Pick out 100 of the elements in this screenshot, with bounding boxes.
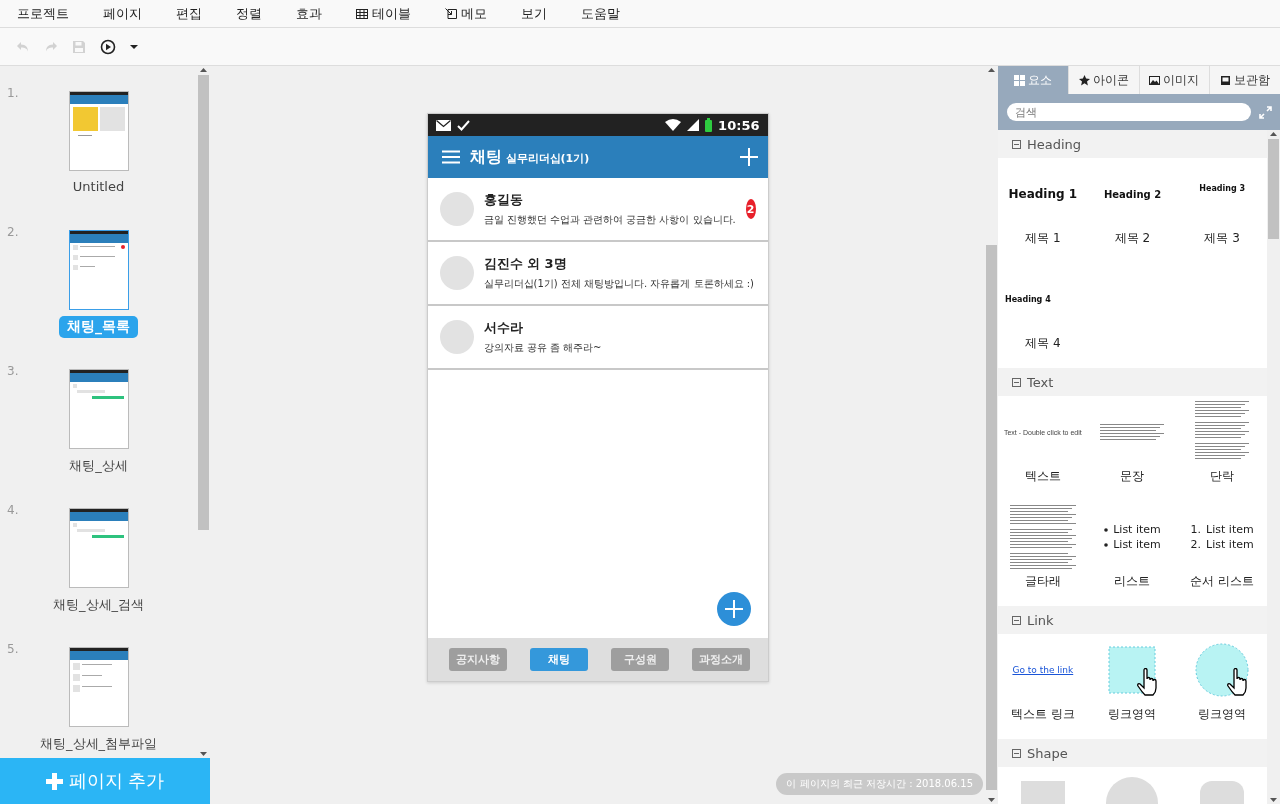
sentence-sample-drawing (1100, 421, 1165, 443)
chat-name: 홍길동 (483, 191, 524, 209)
element-item[interactable]: Heading 1 제목 1 (998, 158, 1088, 263)
scroll-down-arrow-icon (199, 749, 208, 758)
menu-item[interactable]: 보기 (518, 4, 560, 23)
page-thumbnail[interactable] (68, 230, 129, 310)
element-label: 텍스트 (1024, 468, 1061, 485)
link-area-circle (1195, 643, 1250, 697)
menu-item[interactable]: 프로젝트 (14, 4, 82, 23)
menu-item[interactable]: 효과 (293, 4, 335, 23)
collapse-icon (1012, 139, 1021, 149)
scrollbar-thumb[interactable] (986, 245, 997, 790)
chat-message: 강의자료 공유 좀 해주라~ (483, 341, 603, 355)
element-item[interactable]: 단락 (1177, 396, 1267, 501)
element-item[interactable]: List item List item 리스트 (1087, 501, 1178, 606)
chat-list-item[interactable]: 김진수 외 3명 실무리더십(1기) 전체 채팅방입니다. 자유롭게 토론하세요 :) (427, 242, 768, 306)
element-label: 링크영역 (1108, 706, 1157, 723)
mail-icon (435, 119, 451, 131)
collapse-icon (1012, 748, 1021, 758)
menu-button[interactable] (441, 150, 460, 164)
list-item: List item (1113, 538, 1161, 551)
redo-icon (44, 39, 58, 54)
page-title[interactable]: Untitled (64, 177, 133, 196)
scroll-down-arrow-icon (1269, 795, 1278, 804)
page-title[interactable]: 채팅_상세_검색 (45, 594, 152, 616)
element-item[interactable]: 링크영역 (1177, 634, 1267, 739)
chat-message: 실무리더십(1기) 전체 채팅방입니다. 자유롭게 토론하세요 :) (483, 277, 755, 291)
table-icon (356, 7, 368, 20)
menu-icon (441, 150, 460, 164)
tab[interactable]: 이미지 (1138, 66, 1210, 94)
chat-list-item[interactable]: 서수라 강의자료 공유 좀 해주라~ (427, 306, 768, 370)
element-item[interactable]: 1. List item 2. List item 순서 리스트 (1177, 501, 1267, 606)
scroll-up-arrow-icon (199, 66, 208, 75)
status-time: 10:56 (718, 117, 760, 133)
page-number: 1. (7, 86, 19, 100)
floating-add-button[interactable] (716, 592, 751, 626)
avatar (439, 256, 474, 290)
menu-item[interactable]: 메모 (442, 4, 500, 23)
page-number: 3. (7, 364, 19, 378)
chat-name: 서수라 (483, 319, 524, 337)
tab[interactable]: 아이콘 (1067, 66, 1139, 94)
menu-item[interactable]: 정렬 (233, 4, 275, 23)
element-label: 리스트 (1114, 573, 1151, 590)
chat-list-item[interactable]: 홍길동 금일 진행했던 수업과 관련하여 궁금한 사항이 있습니다. 2 (427, 178, 768, 242)
tab[interactable]: 보관함 (1209, 66, 1280, 94)
page-thumbnail[interactable] (68, 369, 129, 449)
menu-item[interactable]: 편집 (173, 4, 215, 23)
list-item: List item (1206, 538, 1254, 551)
element-label: 제목 1 (1025, 230, 1061, 247)
search-field[interactable]: 검색 (1007, 103, 1251, 121)
caret-icon (130, 43, 138, 50)
menu-item[interactable]: 테이블 (353, 4, 424, 23)
scroll-down-arrow-icon (987, 795, 996, 804)
element-item[interactable]: Heading 4 제목 4 (998, 263, 1088, 368)
scrollbar-thumb[interactable] (198, 75, 209, 530)
wifi-icon (665, 119, 682, 131)
element-item[interactable]: Go to the link 텍스트 링크 (998, 634, 1088, 739)
element-item[interactable]: 글타래 (998, 501, 1088, 606)
link-sample: Go to the link (1012, 665, 1074, 675)
element-label: 단락 (1210, 468, 1235, 485)
page-number: 4. (7, 503, 19, 517)
element-label: 순서 리스트 (1190, 573, 1255, 590)
signal-icon (687, 119, 700, 131)
scrollbar-thumb[interactable] (1268, 139, 1279, 239)
page-thumbnail[interactable] (68, 91, 129, 171)
list-item: List item (1113, 523, 1161, 536)
menu-item[interactable]: 페이지 (100, 4, 155, 23)
collapse-icon (1012, 615, 1021, 625)
heading-sample: Heading 4 (1004, 294, 1051, 304)
heading-sample: Heading 2 (1103, 188, 1162, 200)
long-text-sample-drawing (1009, 502, 1076, 572)
list-number: 1. (1190, 523, 1202, 536)
page-number: 2. (7, 225, 19, 239)
element-label: 글타래 (1024, 573, 1061, 590)
element-label: 제목 2 (1114, 230, 1151, 247)
plus-icon (739, 148, 758, 166)
plus-icon (724, 600, 743, 618)
app-title: 채팅 (469, 146, 502, 168)
save-icon (72, 39, 86, 54)
expand-icon (1259, 105, 1272, 119)
element-item[interactable]: 문장 (1087, 396, 1178, 501)
list-number: 2. (1190, 538, 1202, 551)
list-item: List item (1206, 523, 1254, 536)
menu-item[interactable]: 도움말 (578, 4, 633, 23)
check-icon (456, 119, 470, 131)
element-label: 문장 (1120, 468, 1145, 485)
image-icon (1149, 74, 1161, 86)
element-item[interactable]: Heading 3 제목 3 (1177, 158, 1267, 263)
page-thumbnail[interactable] (68, 508, 129, 588)
scroll-up-arrow-icon (1269, 130, 1278, 139)
page-title[interactable]: 채팅_상세 (61, 455, 136, 477)
grid-icon (1013, 74, 1025, 86)
add-button[interactable] (739, 148, 758, 166)
page-title[interactable]: 채팅_상세_첨부파일 (32, 733, 165, 755)
plus-icon (45, 772, 63, 790)
element-item[interactable]: Heading 2 제목 2 (1087, 158, 1178, 263)
page-thumbnail[interactable] (68, 647, 129, 727)
element-label: 텍스트 링크 (1010, 706, 1075, 723)
element-item[interactable]: 링크영역 (1087, 634, 1178, 739)
scroll-up-arrow-icon (987, 66, 996, 75)
